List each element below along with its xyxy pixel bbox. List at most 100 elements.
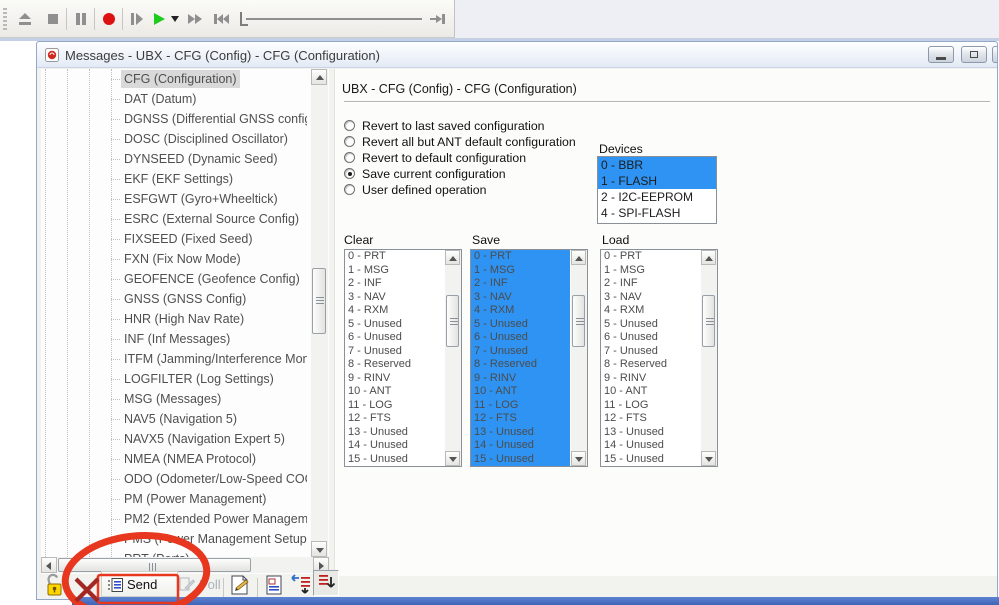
scroll-up-button[interactable] — [571, 250, 586, 265]
scroll-up-button[interactable] — [311, 69, 327, 85]
flag-item[interactable]: 14 - Unused — [471, 439, 570, 453]
flag-item[interactable]: 13 - Unused — [601, 426, 700, 440]
tree-item[interactable]: LOGFILTER (Log Settings) — [41, 369, 307, 389]
radio-option[interactable]: Revert to default configuration — [344, 151, 624, 166]
skip-to-end-icon[interactable] — [428, 10, 446, 28]
scroll-up-button[interactable] — [445, 250, 460, 265]
tree-item[interactable]: PRT (Ports) — [41, 549, 307, 557]
tree-item[interactable]: FIXSEED (Fixed Seed) — [41, 229, 307, 249]
customize-messages-icon[interactable] — [229, 574, 251, 596]
flag-item[interactable]: 6 - Unused — [471, 331, 570, 345]
tree-item[interactable]: DYNSEED (Dynamic Seed) — [41, 149, 307, 169]
flag-item[interactable]: 5 - Unused — [345, 318, 444, 332]
tree-item[interactable]: MSG (Messages) — [41, 389, 307, 409]
flag-item[interactable]: 7 - Unused — [471, 345, 570, 359]
flag-item[interactable]: 6 - Unused — [601, 331, 700, 345]
flag-item[interactable]: 11 - LOG — [345, 399, 444, 413]
list-scrollbar[interactable] — [701, 250, 717, 466]
flag-item[interactable]: 4 - RXM — [345, 304, 444, 318]
tree-vertical-scrollbar[interactable] — [311, 69, 328, 557]
flag-item[interactable]: 9 - RINV — [471, 372, 570, 386]
save-list[interactable]: 0 - PRT1 - MSG2 - INF3 - NAV4 - RXM5 - U… — [470, 249, 588, 467]
tree-horizontal-scrollbar[interactable] — [41, 557, 329, 573]
radio-button[interactable] — [344, 136, 355, 147]
devices-list[interactable]: 0 - BBR1 - FLASH2 - I2C-EEPROM4 - SPI-FL… — [597, 156, 717, 224]
scroll-thumb[interactable] — [572, 295, 585, 347]
flag-item[interactable]: 11 - LOG — [601, 399, 700, 413]
flag-item[interactable]: 0 - PRT — [345, 250, 444, 264]
flag-item[interactable]: 1 - MSG — [345, 264, 444, 278]
scroll-down-button[interactable] — [571, 451, 586, 466]
device-item[interactable]: 2 - I2C-EEPROM — [598, 189, 716, 205]
tree-item[interactable]: PM2 (Extended Power Managemen — [41, 509, 307, 529]
flag-item[interactable]: 14 - Unused — [345, 439, 444, 453]
tree-item[interactable]: DGNSS (Differential GNSS configura — [41, 109, 307, 129]
radio-option[interactable]: User defined operation — [344, 183, 624, 198]
list-scrollbar[interactable] — [445, 250, 461, 466]
flag-item[interactable]: 0 - PRT — [471, 250, 570, 264]
toolbar-grip[interactable] — [3, 8, 7, 30]
flag-item[interactable]: 2 - INF — [471, 277, 570, 291]
flag-item[interactable]: 6 - Unused — [345, 331, 444, 345]
flag-item[interactable]: 8 - Reserved — [471, 358, 570, 372]
flag-item[interactable]: 9 - RINV — [345, 372, 444, 386]
flag-item[interactable]: 3 - NAV — [471, 291, 570, 305]
scroll-down-button[interactable] — [445, 451, 460, 466]
tree-item[interactable]: HNR (High Nav Rate) — [41, 309, 307, 329]
flag-item[interactable]: 13 - Unused — [345, 426, 444, 440]
stop-icon[interactable] — [44, 10, 62, 28]
scroll-thumb[interactable] — [58, 558, 251, 572]
tree-item[interactable]: PMS (Power Management Setup) — [41, 529, 307, 549]
tree-item[interactable]: CFG (Configuration) — [41, 69, 307, 89]
flag-item[interactable]: 3 - NAV — [345, 291, 444, 305]
flag-item[interactable]: 12 - FTS — [601, 412, 700, 426]
skip-to-start-icon[interactable] — [212, 10, 230, 28]
record-icon[interactable] — [100, 10, 118, 28]
radio-button[interactable] — [344, 152, 355, 163]
tree-item[interactable]: NMEA (NMEA Protocol) — [41, 449, 307, 469]
close-button[interactable] — [992, 46, 997, 63]
flag-item[interactable]: 10 - ANT — [601, 385, 700, 399]
flag-item[interactable]: 10 - ANT — [345, 385, 444, 399]
tree-item[interactable]: ESFGWT (Gyro+Wheeltick) — [41, 189, 307, 209]
slider-track[interactable] — [246, 18, 422, 20]
step-forward-icon[interactable] — [128, 10, 146, 28]
flag-item[interactable]: 12 - FTS — [471, 412, 570, 426]
tree-item[interactable]: PM (Power Management) — [41, 489, 307, 509]
scroll-thumb[interactable] — [446, 295, 459, 347]
play-options-dropdown-icon[interactable] — [170, 14, 180, 24]
flag-item[interactable]: 2 - INF — [345, 277, 444, 291]
scroll-down-button[interactable] — [311, 541, 327, 557]
flag-item[interactable]: 7 - Unused — [345, 345, 444, 359]
tree-item[interactable]: INF (Inf Messages) — [41, 329, 307, 349]
flag-item[interactable]: 1 - MSG — [471, 264, 570, 278]
device-item[interactable]: 0 - BBR — [598, 157, 716, 173]
titlebar[interactable]: Messages - UBX - CFG (Config) - CFG (Con… — [37, 42, 997, 68]
flag-item[interactable]: 3 - NAV — [601, 291, 700, 305]
radio-button-selected[interactable] — [344, 168, 355, 179]
tree-item[interactable]: ODO (Odometer/Low-Speed COG f — [41, 469, 307, 489]
flag-item[interactable]: 14 - Unused — [601, 439, 700, 453]
flag-item[interactable]: 0 - PRT — [601, 250, 700, 264]
eject-icon[interactable] — [16, 10, 34, 28]
minimize-button[interactable] — [928, 46, 954, 63]
flag-item[interactable]: 15 - Unused — [601, 453, 700, 467]
poll-once-icon[interactable] — [263, 574, 285, 596]
tree-item[interactable]: FXN (Fix Now Mode) — [41, 249, 307, 269]
flag-item[interactable]: 4 - RXM — [601, 304, 700, 318]
radio-button[interactable] — [344, 120, 355, 131]
pause-icon[interactable] — [72, 10, 90, 28]
flag-item[interactable]: 15 - Unused — [345, 453, 444, 467]
flag-item[interactable]: 10 - ANT — [471, 385, 570, 399]
tree-item[interactable]: GNSS (GNSS Config) — [41, 289, 307, 309]
device-item[interactable]: 4 - SPI-FLASH — [598, 205, 716, 221]
tree-item[interactable]: EKF (EKF Settings) — [41, 169, 307, 189]
tree-item[interactable]: NAV5 (Navigation 5) — [41, 409, 307, 429]
tree-item[interactable]: ITFM (Jamming/Interference Monito — [41, 349, 307, 369]
flag-item[interactable]: 1 - MSG — [601, 264, 700, 278]
radio-option[interactable]: Revert to last saved configuration — [344, 119, 624, 134]
scroll-down-button[interactable] — [701, 451, 716, 466]
radio-option[interactable]: Save current configuration — [344, 167, 624, 182]
tree-item[interactable]: GEOFENCE (Geofence Config) — [41, 269, 307, 289]
tree-item[interactable]: DOSC (Disciplined Oscillator) — [41, 129, 307, 149]
